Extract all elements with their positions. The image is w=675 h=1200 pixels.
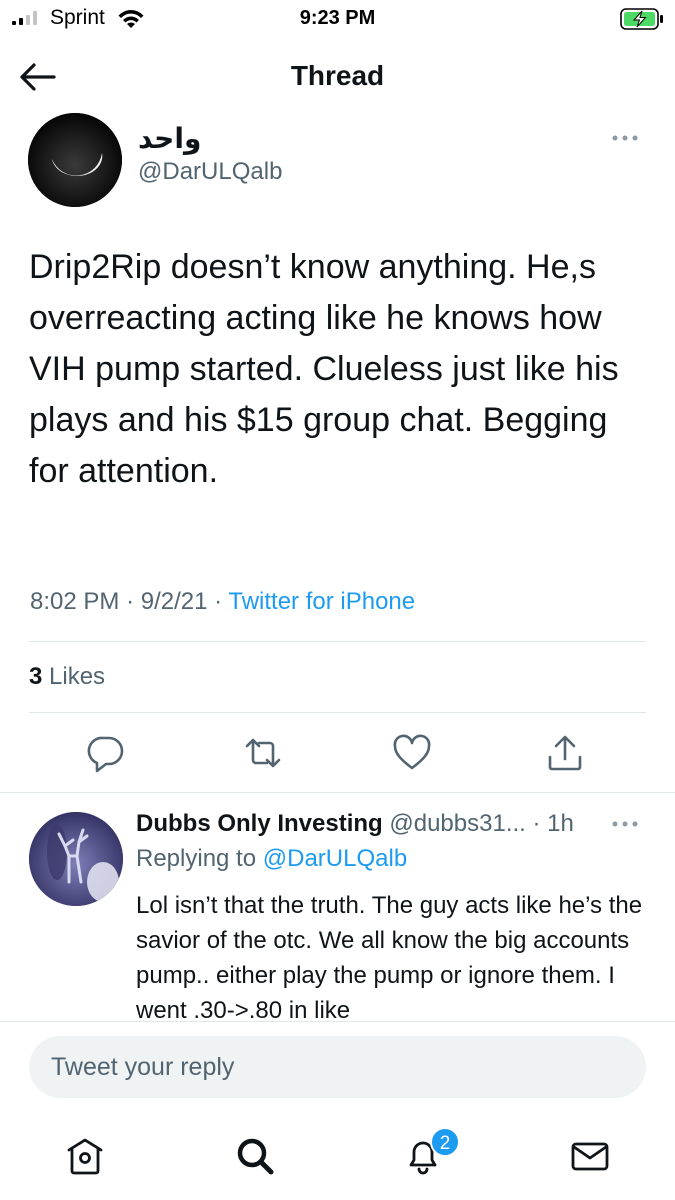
reply-icon[interactable] — [84, 731, 128, 775]
share-icon[interactable] — [543, 731, 587, 775]
tweet-source-link[interactable]: Twitter for iPhone — [228, 588, 415, 615]
likes-number: 3 — [29, 663, 43, 690]
divider — [0, 792, 675, 793]
avatar[interactable] — [28, 113, 122, 207]
home-icon[interactable] — [63, 1134, 107, 1178]
author-handle[interactable]: @DarULQalb — [138, 158, 282, 186]
more-options-icon[interactable] — [610, 818, 640, 830]
reply-age: 1h — [547, 810, 574, 837]
thread-header: Thread — [0, 40, 675, 112]
like-icon[interactable] — [390, 731, 434, 775]
replying-mention-link[interactable]: @DarULQalb — [263, 845, 407, 872]
battery-charging-icon — [620, 8, 663, 30]
reply-text: Lol isn’t that the truth. The guy acts l… — [136, 892, 643, 1018]
search-icon[interactable] — [233, 1134, 277, 1178]
tweet-meta: 8:02 PM · 9/2/21 · Twitter for iPhone — [30, 588, 416, 615]
status-bar: Sprint 9:23 PM — [0, 0, 675, 40]
reply-avatar[interactable] — [29, 812, 123, 906]
more-options-icon[interactable] — [610, 132, 640, 144]
reply-author-handle[interactable]: @dubbs31... — [389, 810, 525, 837]
divider — [29, 712, 646, 713]
status-time: 9:23 PM — [299, 7, 376, 29]
tweet-text: Drip2Rip doesn’t know anything. He,s ove… — [29, 248, 619, 490]
reply-input[interactable]: Tweet your reply — [29, 1036, 646, 1098]
reply-input-placeholder: Tweet your reply — [51, 1053, 235, 1081]
page-title: Thread — [290, 60, 385, 91]
replying-label: Replying to — [136, 845, 257, 872]
notifications-badge: 2 — [430, 1127, 460, 1157]
likes-label: Likes — [49, 663, 106, 690]
messages-icon[interactable] — [568, 1134, 612, 1178]
divider — [29, 641, 646, 642]
reply-header: Dubbs Only Investing @dubbs31... · 1h — [136, 810, 574, 837]
tweet-time: 8:02 PM — [30, 588, 120, 615]
likes-count[interactable]: 3 Likes — [29, 663, 105, 691]
retweet-icon[interactable] — [241, 731, 285, 775]
tweet-date: 9/2/21 — [140, 588, 208, 615]
author-name[interactable]: واحد — [138, 122, 201, 155]
reply-author-name[interactable]: Dubbs Only Investing — [136, 810, 383, 837]
replying-to: Replying to @DarULQalb — [136, 845, 407, 873]
